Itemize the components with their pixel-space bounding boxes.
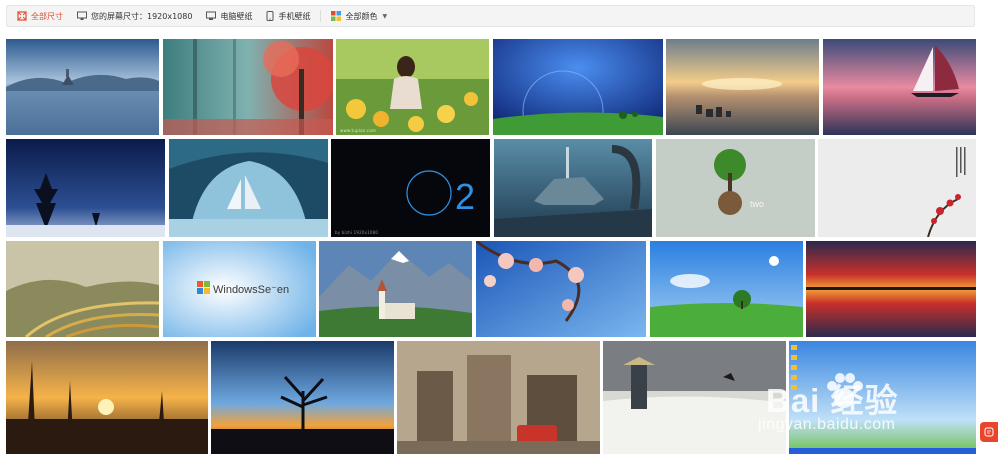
thumbnail-plum-blossom-ink[interactable]: [818, 139, 976, 237]
filter-all-sizes-label: 全部尺寸: [31, 11, 63, 21]
thumbnail-pink-forest[interactable]: [163, 39, 333, 135]
thumbnail-dark-ring-2[interactable]: 2 by bizhi 1920x1080: [331, 139, 490, 237]
thumbnail-red-sky-reflection[interactable]: [806, 241, 976, 337]
all-colors-label: 全部颜色: [345, 11, 378, 21]
thumbnail-blue-planet-field[interactable]: [493, 39, 663, 135]
thumbnail-tree-silhouette-sunset[interactable]: [211, 341, 394, 454]
thumbnail-ruined-city[interactable]: [397, 341, 600, 454]
chevron-down-icon: ▼: [382, 12, 388, 20]
feedback-button[interactable]: [980, 422, 998, 442]
filter-all-sizes[interactable]: 全部尺寸: [17, 11, 63, 22]
screen-size-value: 1920x1080: [147, 11, 193, 21]
thumbnail-girl-in-flowers[interactable]: www.tupian.com: [336, 39, 489, 135]
filter-desktop-wallpaper[interactable]: 电脑壁纸: [206, 11, 252, 22]
thumbnail-lake-island[interactable]: [6, 39, 159, 135]
thumbnail-sailboat-sunset[interactable]: [823, 39, 976, 135]
thumbnail-windows-seven-clouds[interactable]: WindowsSe⁻en: [163, 241, 316, 337]
thumbnail-samurai-field[interactable]: [603, 341, 786, 454]
thumbnail-rice-terraces[interactable]: [6, 241, 159, 337]
two-word: two: [750, 199, 764, 209]
thumbnail-credit: www.tupian.com: [340, 128, 377, 133]
monitor-icon: [77, 11, 87, 20]
thumbnail-night-sky-trees[interactable]: [6, 139, 165, 237]
thumbnail-cherry-blossom-sky[interactable]: [476, 241, 646, 337]
thumbnail-sunset-grass[interactable]: [6, 341, 208, 454]
ring-digit: 2: [455, 176, 475, 217]
thumbnail-tree-globe-two[interactable]: two: [656, 139, 815, 237]
thumbnail-sunset-sea-rocks[interactable]: [666, 39, 819, 135]
filter-all-colors[interactable]: 全部颜色 ▼: [331, 11, 387, 22]
screen-size-label: 您的屏幕尺寸：: [91, 11, 147, 21]
feedback-icon: [984, 427, 994, 437]
filter-divider: [320, 10, 322, 22]
thumbnail-scifi-city[interactable]: [494, 139, 652, 237]
color-palette-icon: [331, 11, 342, 21]
thumbnail-green-meadow-tree[interactable]: [650, 241, 803, 337]
all-sizes-icon: [17, 11, 27, 21]
filter-screen-size[interactable]: 您的屏幕尺寸： 1920x1080: [77, 11, 192, 22]
windows-seven-text: WindowsSe⁻en: [213, 284, 289, 296]
thumbnail-windows-xp-desktop[interactable]: [789, 341, 976, 454]
phone-icon: [266, 11, 274, 21]
desktop-icon: [206, 11, 217, 20]
thumbnail-credit: by bizhi 1920x1080: [335, 230, 379, 235]
mobile-wallpaper-label: 手机壁纸: [278, 11, 311, 21]
thumbnail-ice-cave-ship[interactable]: [169, 139, 328, 237]
desktop-wallpaper-label: 电脑壁纸: [220, 11, 253, 21]
filter-bar: 全部尺寸 您的屏幕尺寸： 1920x1080 电脑壁纸 手机壁纸 全部颜色 ▼: [6, 5, 975, 27]
thumbnail-castle-mountains[interactable]: [319, 241, 472, 337]
filter-mobile-wallpaper[interactable]: 手机壁纸: [266, 11, 310, 22]
